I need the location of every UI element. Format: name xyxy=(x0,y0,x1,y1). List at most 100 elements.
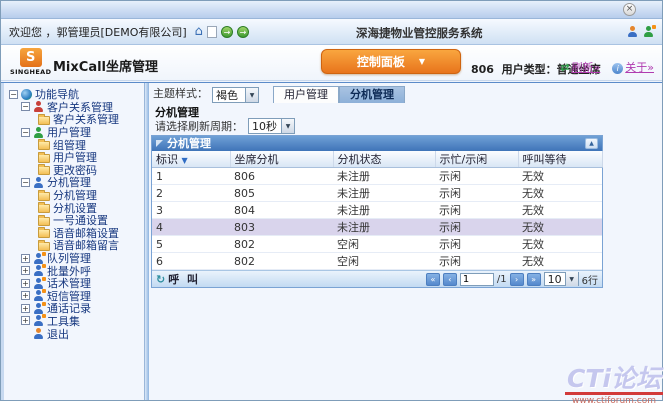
expand-icon[interactable]: + xyxy=(21,304,30,313)
table-row[interactable]: 2805 未注册 示闲 无效 xyxy=(152,185,602,202)
cti-forum-logo: CTi论坛 xyxy=(565,366,663,395)
person-icon xyxy=(33,177,44,188)
sidebar-item-logout[interactable]: 退出 xyxy=(4,327,144,340)
col-status[interactable]: 分机状态 xyxy=(333,151,435,168)
table-row[interactable]: 6802 空闲 示闲 无效 xyxy=(152,253,602,270)
system-title: 深海捷物业管控服务系统 xyxy=(356,25,483,41)
folder-icon xyxy=(38,154,50,163)
expand-icon[interactable]: + xyxy=(21,266,30,275)
table-row[interactable]: 5802 空闲 示闲 无效 xyxy=(152,236,602,253)
collapse-icon[interactable]: − xyxy=(21,128,30,137)
expand-icon[interactable]: + xyxy=(21,316,30,325)
topline: 主题样式： 褐色 ▼ 用户管理 分机管理 xyxy=(153,85,405,103)
folder-icon xyxy=(38,242,50,251)
logout-person-icon xyxy=(33,328,44,339)
expand-icon[interactable]: + xyxy=(21,291,30,300)
home-icon[interactable]: ⌂ xyxy=(195,24,203,39)
refresh-period-row: 请选择刷新周期： 10秒 ▼ xyxy=(155,118,295,134)
toolbar: 欢迎您 ，郭管理员[DEMO有限公司] ⌂ → → 深海捷物业管控服务系统 xyxy=(1,19,662,45)
table-row[interactable]: 3804 未注册 示闲 无效 xyxy=(152,202,602,219)
theme-select[interactable]: 褐色 ▼ xyxy=(212,87,259,103)
tab-bar: 用户管理 分机管理 xyxy=(273,86,405,103)
page-icon[interactable] xyxy=(207,26,217,38)
page-number-input[interactable] xyxy=(460,273,494,286)
main-area: − 功能导航 − 客户关系管理 客户关系管理 − 用户管理 xyxy=(1,82,662,400)
user-status-icon[interactable] xyxy=(627,26,638,37)
logo-name: SINGHEAD xyxy=(10,68,51,76)
expand-icon[interactable]: + xyxy=(21,279,30,288)
theme-label: 主题样式： xyxy=(153,85,208,103)
collapse-icon[interactable]: − xyxy=(9,90,18,99)
folder-icon xyxy=(38,166,50,175)
about-link[interactable]: 关于» xyxy=(625,61,654,74)
chevron-down-icon: ▼ xyxy=(565,272,578,286)
pagination: « ‹ /1 › » 10 ▼ 6行 xyxy=(426,272,598,287)
call-button[interactable]: 呼 叫 xyxy=(168,271,200,287)
first-page-icon[interactable]: « xyxy=(426,273,440,286)
nav-globe-icon xyxy=(21,89,32,100)
page-title: MixCall坐席管理 xyxy=(53,56,158,75)
folder-icon xyxy=(38,217,50,226)
refresh-period-select[interactable]: 10秒 ▼ xyxy=(248,118,295,134)
chevron-down-icon: ▼ xyxy=(419,57,425,66)
table-header-row: 标识 ▼ 坐席分机 分机状态 示忙/示闲 呼叫等待 xyxy=(152,151,602,168)
person-icon xyxy=(33,127,44,138)
control-panel-button[interactable]: 控制面板 ▼ xyxy=(321,49,461,74)
person-icon xyxy=(33,265,44,276)
refresh-link[interactable]: 刷新» xyxy=(572,61,601,74)
person-icon xyxy=(33,303,44,314)
next-page-icon[interactable]: › xyxy=(510,273,524,286)
person-icon xyxy=(33,101,44,112)
agent-number: 806 xyxy=(471,63,494,76)
folder-icon xyxy=(38,192,50,201)
app-header: S SINGHEAD MixCall坐席管理 控制面板 ▼ 806 用户类型：普… xyxy=(1,45,662,81)
back-icon[interactable]: → xyxy=(221,26,233,38)
about-icon: i xyxy=(612,63,623,74)
content-area: 主题样式： 褐色 ▼ 用户管理 分机管理 分机管理 请选择刷新周期： 10秒 xyxy=(149,83,662,400)
last-page-icon[interactable]: » xyxy=(527,273,541,286)
panel-header: 分机管理 ▲ xyxy=(152,136,602,151)
person-icon xyxy=(33,315,44,326)
sidebar-item-toolkit[interactable]: + 工具集 xyxy=(4,315,144,328)
forward-icon[interactable]: → xyxy=(237,26,249,38)
extension-table: 标识 ▼ 坐席分机 分机状态 示忙/示闲 呼叫等待 1806 未注册 xyxy=(152,151,603,270)
panel-title: 分机管理 xyxy=(167,136,211,151)
folder-icon xyxy=(38,204,50,213)
table-row-selected[interactable]: 4803 未注册 示闲 无效 xyxy=(152,219,602,236)
refresh-period-label: 请选择刷新周期： xyxy=(155,118,243,134)
sort-desc-icon: ▼ xyxy=(182,156,188,165)
collapse-icon[interactable]: − xyxy=(21,178,30,187)
table-row[interactable]: 1806 未注册 示闲 无效 xyxy=(152,168,602,185)
collapse-panel-icon[interactable]: ▲ xyxy=(585,138,598,149)
sidebar-tree: − 功能导航 − 客户关系管理 客户关系管理 − 用户管理 xyxy=(1,83,145,400)
titlebar: × xyxy=(1,1,662,19)
expand-icon[interactable]: + xyxy=(21,254,30,263)
col-call-waiting[interactable]: 呼叫等待 xyxy=(518,151,602,168)
folder-icon xyxy=(38,141,50,150)
tab-ext-mgmt[interactable]: 分机管理 xyxy=(339,86,405,103)
logo-icon: S xyxy=(20,48,42,67)
page-size-select[interactable]: 10 ▼ xyxy=(544,272,579,286)
welcome-text: 欢迎您 ，郭管理员[DEMO有限公司] xyxy=(9,24,187,40)
tab-user-mgmt[interactable]: 用户管理 xyxy=(273,86,339,103)
col-id[interactable]: 标识 ▼ xyxy=(152,151,230,168)
person-icon xyxy=(33,290,44,301)
agent-status-icon[interactable] xyxy=(643,26,654,37)
panel-footer: ↻ 呼 叫 « ‹ /1 › » 10 ▼ xyxy=(152,270,602,287)
prev-page-icon[interactable]: ‹ xyxy=(443,273,457,286)
folder-icon xyxy=(38,116,50,125)
screen: × 欢迎您 ，郭管理员[DEMO有限公司] ⌂ → → 深海捷物业管控服务系统 … xyxy=(0,0,665,408)
chevron-down-icon: ▼ xyxy=(281,119,294,133)
app-window: × 欢迎您 ，郭管理员[DEMO有限公司] ⌂ → → 深海捷物业管控服务系统 … xyxy=(0,0,663,401)
toolbar-right-icons xyxy=(627,26,654,37)
close-icon[interactable]: × xyxy=(623,3,636,16)
page-total: /1 xyxy=(497,274,507,285)
ext-mgmt-panel: 分机管理 ▲ 标识 ▼ 坐席分机 分机状态 示忙/示闲 呼叫等待 xyxy=(151,135,603,288)
col-busy-idle[interactable]: 示忙/示闲 xyxy=(435,151,518,168)
cti-forum-url: www.ctiforum.com xyxy=(565,396,663,406)
panel-corner-icon xyxy=(156,140,163,147)
col-extension[interactable]: 坐席分机 xyxy=(230,151,333,168)
collapse-icon[interactable]: − xyxy=(21,102,30,111)
control-panel-label: 控制面板 xyxy=(357,53,405,70)
singhead-logo: S SINGHEAD xyxy=(10,48,51,76)
